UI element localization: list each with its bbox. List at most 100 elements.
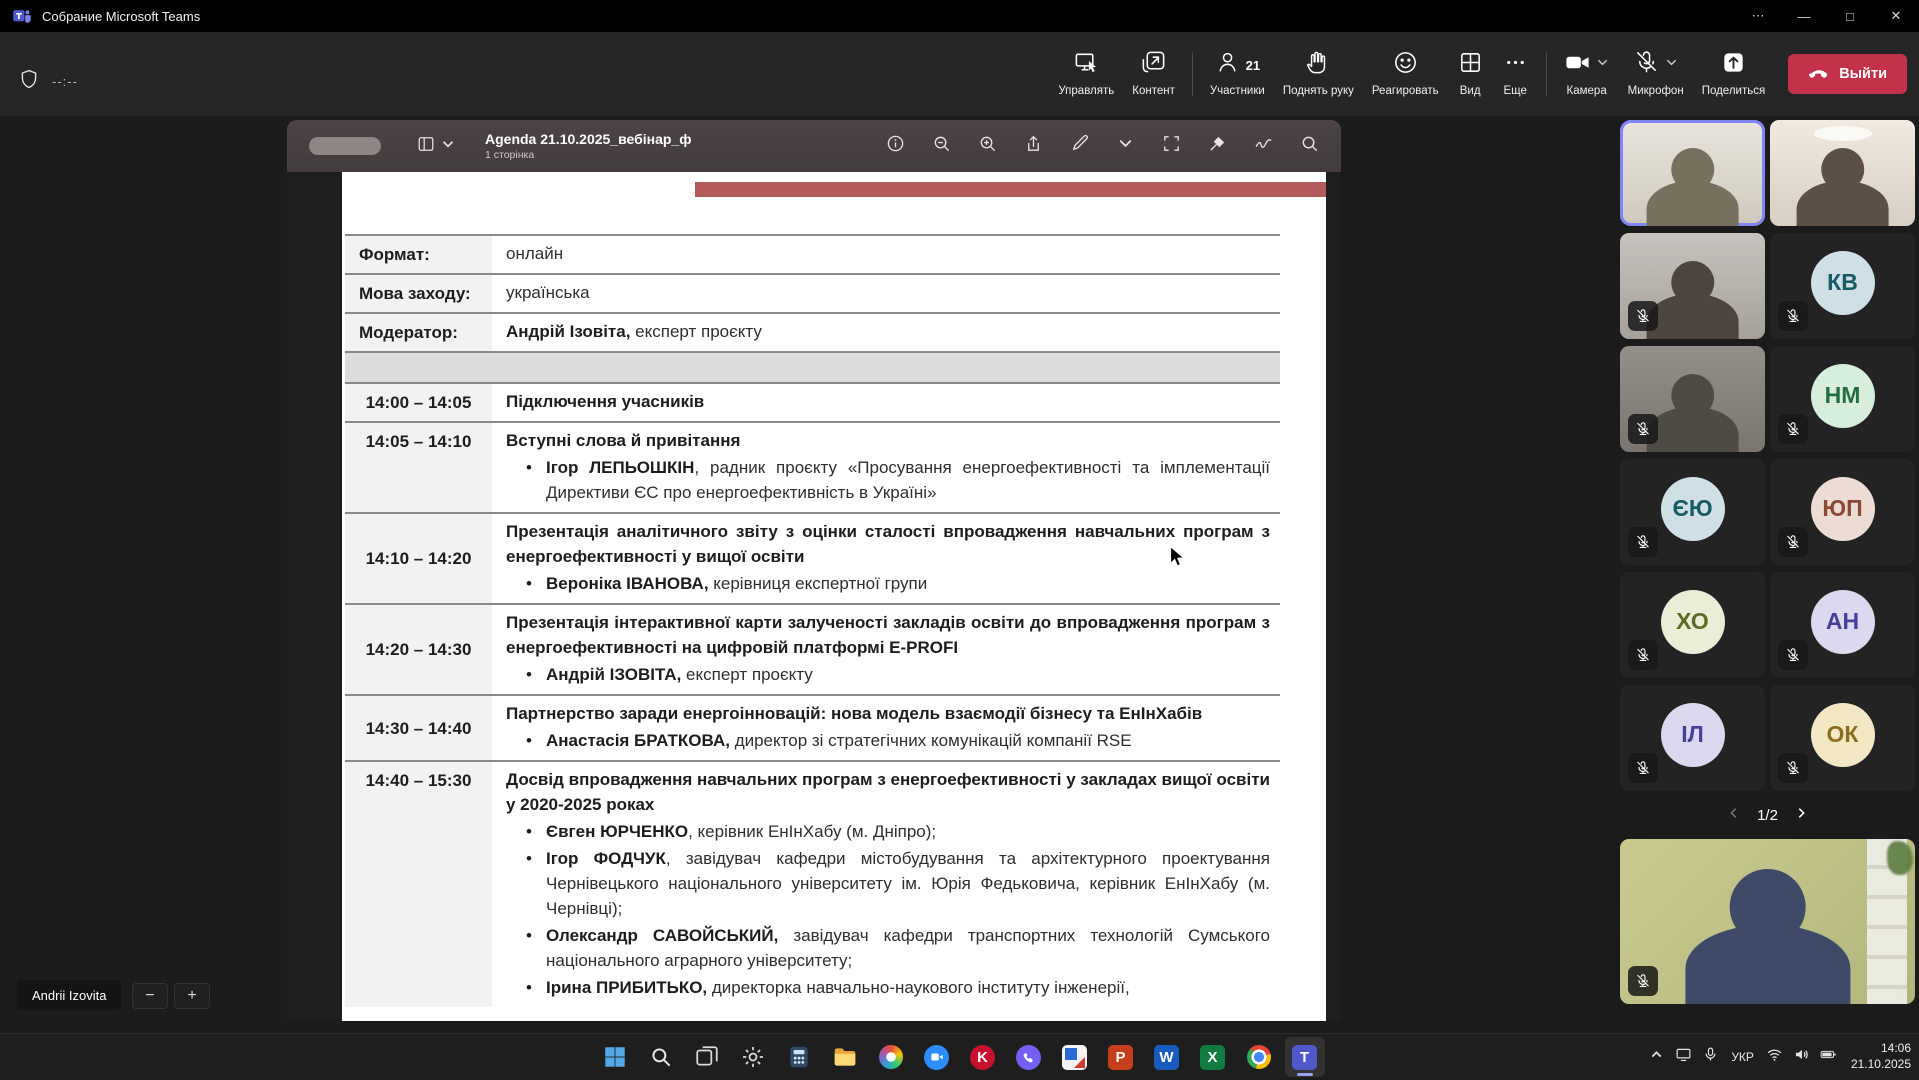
search-icon[interactable] (1300, 134, 1319, 158)
mic-muted-icon (1778, 640, 1808, 670)
red-app-taskbar-icon[interactable]: K (963, 1037, 1003, 1077)
agenda-meta-row: Мова заходу:українська (345, 273, 1280, 312)
meta-value: Андрій Ізовіта, експерт проєкту (492, 314, 1280, 351)
volume-icon[interactable] (1793, 1046, 1810, 1068)
document-page-info: 1 сторінка (485, 149, 691, 161)
window-maximize-button[interactable]: □ (1827, 0, 1873, 32)
laser-pointer-icon[interactable] (1208, 134, 1227, 158)
participant-tile[interactable]: КВ (1770, 233, 1915, 339)
window-minimize-button[interactable]: — (1781, 0, 1827, 32)
window-close-button[interactable]: ✕ (1873, 0, 1919, 32)
pagination-next-icon[interactable] (1794, 806, 1808, 825)
participant-initials: ЄЮ (1661, 477, 1725, 541)
zoom-in-icon[interactable] (978, 134, 997, 158)
language-indicator[interactable]: УКР (1729, 1050, 1756, 1064)
schedule-content: Підключення учасників (492, 384, 1280, 421)
start-taskbar-icon[interactable] (595, 1037, 635, 1077)
stage-zoom-in-button[interactable]: + (174, 983, 210, 1009)
meta-label: Модератор: (345, 314, 492, 351)
clock-time: 14:06 (1851, 1041, 1911, 1057)
tray-mic-icon[interactable] (1702, 1046, 1719, 1068)
viber-taskbar-icon[interactable] (1009, 1037, 1049, 1077)
info-icon[interactable] (886, 134, 905, 158)
participant-tile[interactable]: ЄЮ (1620, 459, 1765, 565)
wifi-icon[interactable] (1766, 1046, 1783, 1068)
zoom-app-taskbar-icon[interactable] (917, 1037, 957, 1077)
settings-taskbar-icon[interactable] (733, 1037, 773, 1077)
viewer-pill-button[interactable] (309, 137, 381, 155)
signature-icon[interactable] (1254, 134, 1273, 158)
participant-tile[interactable] (1620, 346, 1765, 452)
participant-initials: КВ (1811, 251, 1875, 315)
agenda-schedule-row: 14:10 – 14:20Презентація аналітичного зв… (345, 512, 1280, 603)
document-title: Agenda 21.10.2025_вебінар_ф (485, 131, 691, 148)
chevron-down-icon[interactable] (1595, 55, 1610, 75)
excel-taskbar-icon[interactable]: X (1193, 1037, 1233, 1077)
participant-tile[interactable]: ОК (1770, 685, 1915, 791)
agenda-schedule-row: 14:05 – 14:10Вступні слова й привітанняІ… (345, 421, 1280, 512)
meta-label: Формат: (345, 236, 492, 273)
toolbar-participants-button[interactable]: 21Участники (1201, 45, 1274, 103)
participant-tile[interactable] (1620, 120, 1765, 226)
teams-taskbar-icon[interactable]: T (1285, 1037, 1325, 1077)
mic-muted-icon (1628, 301, 1658, 331)
tiles-pagination: 1/2 (1620, 804, 1915, 826)
tray-chevron-up-icon[interactable] (1648, 1046, 1665, 1068)
system-tray: УКР 14:06 21.10.2025 (1648, 1034, 1911, 1080)
file-explorer-taskbar-icon[interactable] (825, 1037, 865, 1077)
calculator-taskbar-icon[interactable] (779, 1037, 819, 1077)
frame-icon[interactable] (1162, 134, 1181, 158)
participant-initials: АН (1811, 590, 1875, 654)
participant-tile[interactable]: ІЛ (1620, 685, 1765, 791)
participant-initials: ХО (1661, 590, 1725, 654)
clock[interactable]: 14:06 21.10.2025 (1851, 1041, 1911, 1072)
toolbar-microphone-button[interactable]: Микрофон (1619, 45, 1693, 103)
mic-muted-icon (1628, 966, 1658, 996)
search-taskbar-icon[interactable] (641, 1037, 681, 1077)
participant-initials: ІЛ (1661, 703, 1725, 767)
spotlight-participant-tile[interactable] (1620, 839, 1915, 1004)
unknown-app-taskbar-icon[interactable] (1055, 1037, 1095, 1077)
battery-icon[interactable] (1820, 1046, 1837, 1068)
chevron-down-icon[interactable] (1664, 55, 1679, 75)
document-viewer-header: Agenda 21.10.2025_вебінар_ф 1 сторінка (287, 120, 1341, 172)
toolbar-raise-hand-button[interactable]: Поднять руку (1274, 45, 1363, 103)
pen-chevron-icon[interactable] (1116, 134, 1135, 158)
toolbar-camera-button[interactable]: Камера (1555, 45, 1619, 103)
participant-tile[interactable] (1620, 233, 1765, 339)
pagination-prev-icon[interactable] (1727, 806, 1741, 825)
powerpoint-taskbar-icon[interactable]: P (1101, 1037, 1141, 1077)
toolbar-more-button[interactable]: Еще (1493, 45, 1538, 103)
toolbar-button-label: Вид (1460, 85, 1481, 97)
sidebar-toggle-icon[interactable] (417, 135, 435, 158)
participant-tile[interactable]: ХО (1620, 572, 1765, 678)
export-icon[interactable] (1024, 134, 1043, 158)
toolbar-share-button[interactable]: Поделиться (1693, 45, 1775, 103)
tray-display-icon[interactable] (1675, 1046, 1692, 1068)
toolbar-view-button[interactable]: Вид (1448, 45, 1493, 103)
toolbar-content-button[interactable]: Контент (1123, 45, 1184, 103)
leave-meeting-button[interactable]: Выйти (1788, 54, 1907, 94)
toolbar-manage-button[interactable]: Управлять (1049, 45, 1123, 103)
zoom-out-icon[interactable] (932, 134, 951, 158)
participant-tile[interactable] (1770, 120, 1915, 226)
window-more-button[interactable]: ⋯ (1735, 0, 1781, 32)
word-taskbar-icon[interactable]: W (1147, 1037, 1187, 1077)
sidebar-chevron-icon[interactable] (439, 135, 457, 158)
paint-taskbar-icon[interactable] (871, 1037, 911, 1077)
participant-tile[interactable]: ЮП (1770, 459, 1915, 565)
window-titlebar: Собрание Microsoft Teams ⋯—□✕ (0, 0, 1919, 32)
mic-muted-icon (1778, 753, 1808, 783)
stage-zoom-out-button[interactable]: − (132, 983, 168, 1009)
task-view-taskbar-icon[interactable] (687, 1037, 727, 1077)
schedule-time: 14:20 – 14:30 (345, 605, 492, 694)
agenda-schedule-row: 14:30 – 14:40Партнерство заради енергоін… (345, 694, 1280, 760)
toolbar-react-button[interactable]: Реагировать (1363, 45, 1448, 103)
participant-tile[interactable]: АН (1770, 572, 1915, 678)
chrome-taskbar-icon[interactable] (1239, 1037, 1279, 1077)
pen-icon[interactable] (1070, 134, 1089, 158)
agenda-schedule-row: 14:00 – 14:05Підключення учасників (345, 382, 1280, 421)
participant-tile[interactable]: НМ (1770, 346, 1915, 452)
mouse-cursor (1169, 545, 1187, 576)
participant-initials: НМ (1811, 364, 1875, 428)
